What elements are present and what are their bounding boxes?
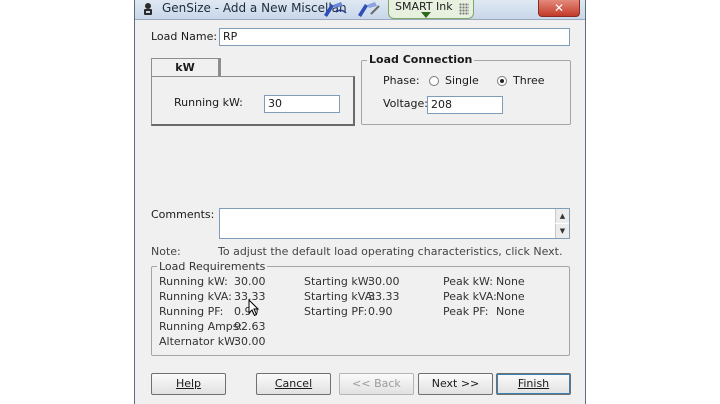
smart-ink-toolbar[interactable]: SMART Ink [388, 0, 474, 19]
phase-three-radio[interactable] [497, 76, 507, 86]
req-value: 0.90 [368, 305, 393, 318]
req-label: Peak PF: [443, 305, 489, 318]
req-label: Running kVA: [159, 290, 232, 303]
title-bar[interactable]: GenSize - Add a New Miscellan SMART Ink … [135, 0, 585, 20]
phase-label: Phase: [383, 74, 420, 87]
load-requirements-title: Load Requirements [157, 260, 268, 273]
grip-icon[interactable] [459, 3, 469, 15]
load-name-input[interactable]: RP [219, 28, 570, 46]
req-value: None [496, 290, 525, 303]
req-label: Running PF: [159, 305, 224, 318]
finish-button-label: Finish [517, 377, 550, 390]
req-value: 30.00 [234, 335, 266, 348]
voltage-input[interactable]: 208 [427, 96, 503, 114]
scroll-down-icon[interactable]: ▼ [555, 224, 569, 238]
load-connection-title: Load Connection [367, 53, 475, 66]
running-kw-input[interactable]: 30 [264, 95, 340, 113]
req-label: Alternator kW: [159, 335, 239, 348]
load-name-label: Load Name: [151, 30, 218, 43]
add-load-dialog: GenSize - Add a New Miscellan SMART Ink … [134, 0, 586, 404]
help-button[interactable]: Help [151, 373, 226, 395]
kw-tab-panel: Running kW: 30 [151, 76, 355, 126]
chevron-down-icon[interactable] [421, 12, 431, 18]
cancel-button[interactable]: Cancel [256, 373, 331, 395]
req-label: Starting PF: [304, 305, 368, 318]
help-button-label: Help [175, 377, 202, 390]
window-title: GenSize - Add a New Miscellan [162, 1, 347, 15]
tab-kw-label: kW [175, 61, 195, 74]
phase-three-label[interactable]: Three [513, 74, 545, 87]
req-label: Running kW: [159, 275, 228, 288]
letterbox-right [586, 0, 720, 404]
voltage-label: Voltage: [383, 97, 428, 110]
comments-label: Comments: [151, 208, 215, 221]
req-label: Peak kW: [443, 275, 493, 288]
app-icon [144, 3, 152, 15]
letterbox-left [0, 0, 134, 404]
comments-textarea[interactable]: ▲ ▼ [219, 208, 570, 239]
pen-tool-icon[interactable] [355, 0, 383, 19]
req-value: None [496, 275, 525, 288]
phase-single-radio[interactable] [429, 76, 439, 86]
back-button[interactable]: << Back [339, 373, 414, 395]
running-kw-label: Running kW: [174, 96, 243, 109]
cancel-button-label: Cancel [274, 377, 313, 390]
back-button-label: << Back [352, 377, 401, 390]
req-label: Peak kVA: [443, 290, 497, 303]
finish-button[interactable]: Finish [496, 373, 571, 395]
mouse-cursor-icon [248, 299, 260, 317]
req-value: 33.33 [368, 290, 400, 303]
tab-divider [219, 58, 221, 76]
note-text: To adjust the default load operating cha… [218, 245, 563, 258]
next-button[interactable]: Next >> [418, 373, 493, 395]
note-label: Note: [151, 245, 181, 258]
req-value: 30.00 [368, 275, 400, 288]
close-icon: ✕ [553, 1, 565, 15]
close-button[interactable]: ✕ [538, 0, 580, 17]
req-label: Starting kW: [304, 275, 372, 288]
req-value: 30.00 [234, 275, 266, 288]
req-value: None [496, 305, 525, 318]
tab-kw[interactable]: kW [151, 58, 219, 77]
scroll-up-icon[interactable]: ▲ [555, 209, 569, 223]
req-label: Running Amps: [159, 320, 243, 333]
req-label: Starting kVA: [304, 290, 376, 303]
pen-tool-icon[interactable] [321, 0, 349, 19]
req-value: 92.63 [234, 320, 266, 333]
next-button-label: Next >> [431, 377, 480, 390]
phase-single-label[interactable]: Single [445, 74, 479, 87]
load-connection-group [361, 60, 571, 125]
